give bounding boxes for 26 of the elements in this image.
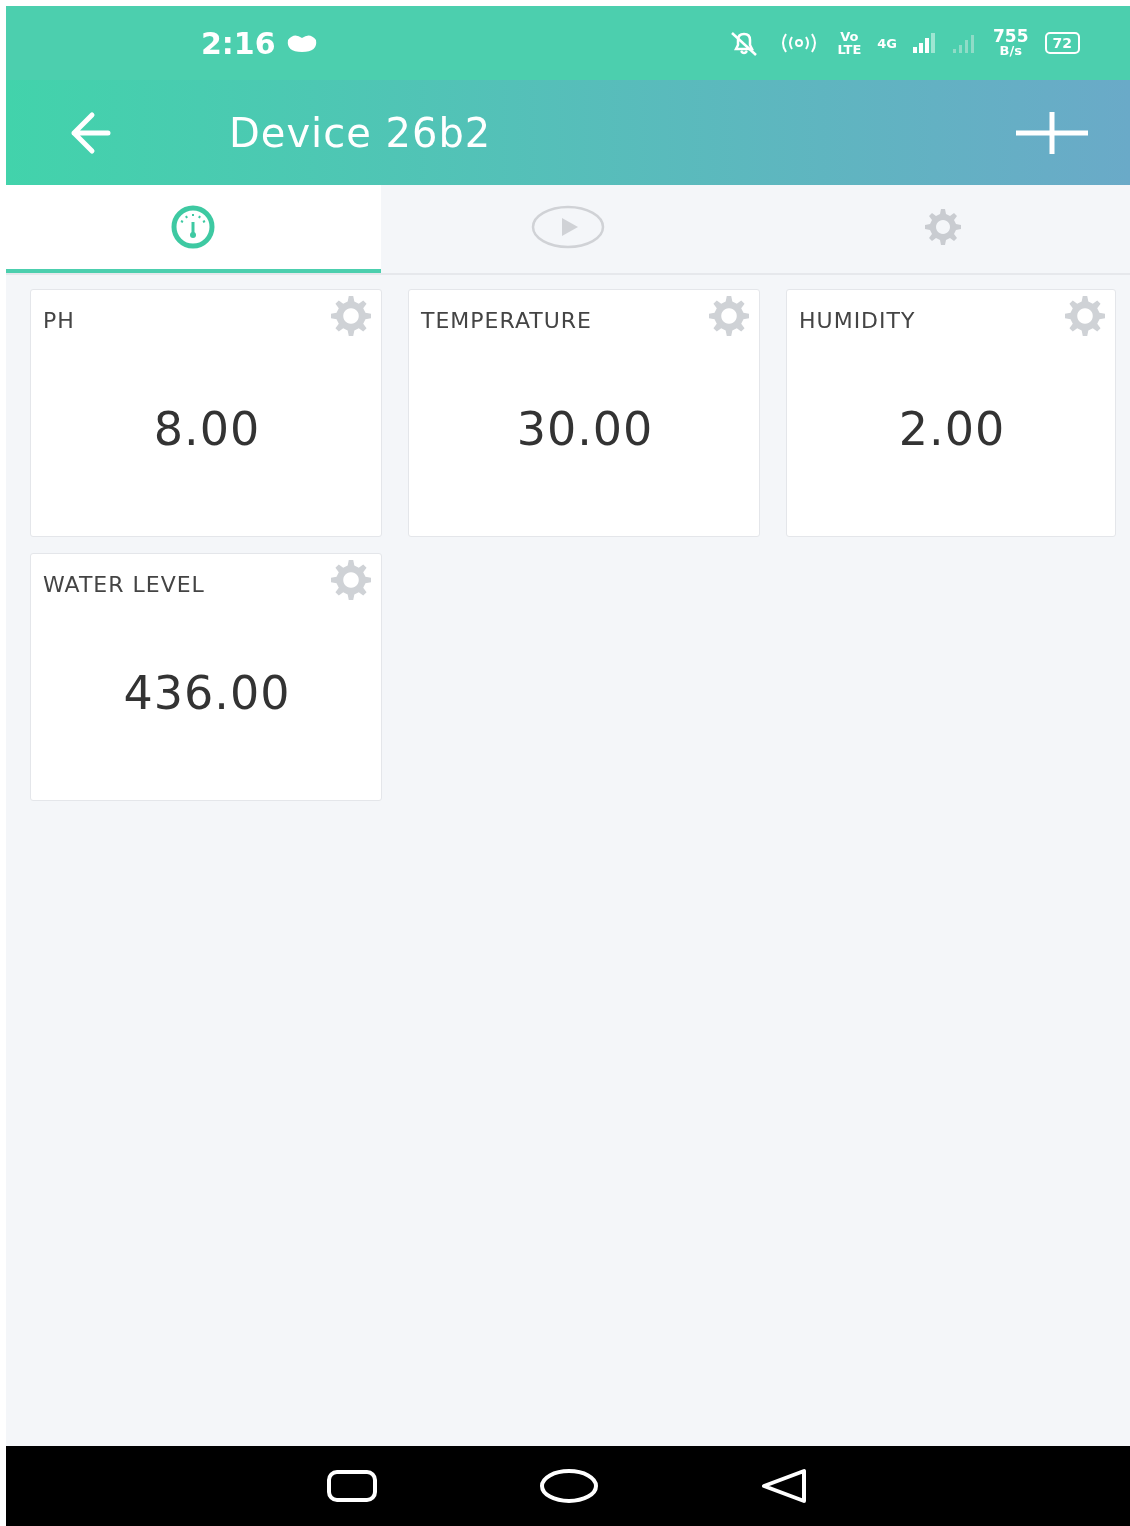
- settings-icon[interactable]: [1065, 296, 1105, 336]
- widget-value: 8.00: [152, 401, 262, 458]
- network-type-label: 4G: [877, 36, 897, 50]
- settings-icon[interactable]: [709, 296, 749, 336]
- home-icon[interactable]: [539, 1468, 599, 1504]
- widget-value: 30.00: [515, 401, 655, 458]
- widget-value: 436.00: [122, 665, 292, 722]
- widget-label: TEMPERATURE: [421, 307, 592, 335]
- tab[interactable]: [6, 185, 381, 273]
- volte-label: LTE: [837, 43, 862, 56]
- battery-level: 72: [1052, 33, 1072, 53]
- clock-time: 2:16: [201, 24, 276, 63]
- widget-value: 2.00: [897, 401, 1007, 458]
- signal-icon: [953, 32, 977, 54]
- widget-label: PH: [43, 307, 75, 335]
- settings-icon[interactable]: [331, 560, 371, 600]
- add-icon[interactable]: [1014, 109, 1090, 156]
- signal-icon: [913, 32, 937, 54]
- data-rate: 755: [993, 29, 1029, 44]
- settings-icon[interactable]: [331, 296, 371, 336]
- data-rate-unit: B/s: [998, 44, 1023, 57]
- widget-label: WATER LEVEL: [43, 571, 205, 599]
- volte-label: Vo: [839, 30, 860, 43]
- recents-icon[interactable]: [326, 1469, 379, 1503]
- widget-label: HUMIDITY: [799, 307, 916, 335]
- device-title: Device 26b2: [229, 108, 492, 158]
